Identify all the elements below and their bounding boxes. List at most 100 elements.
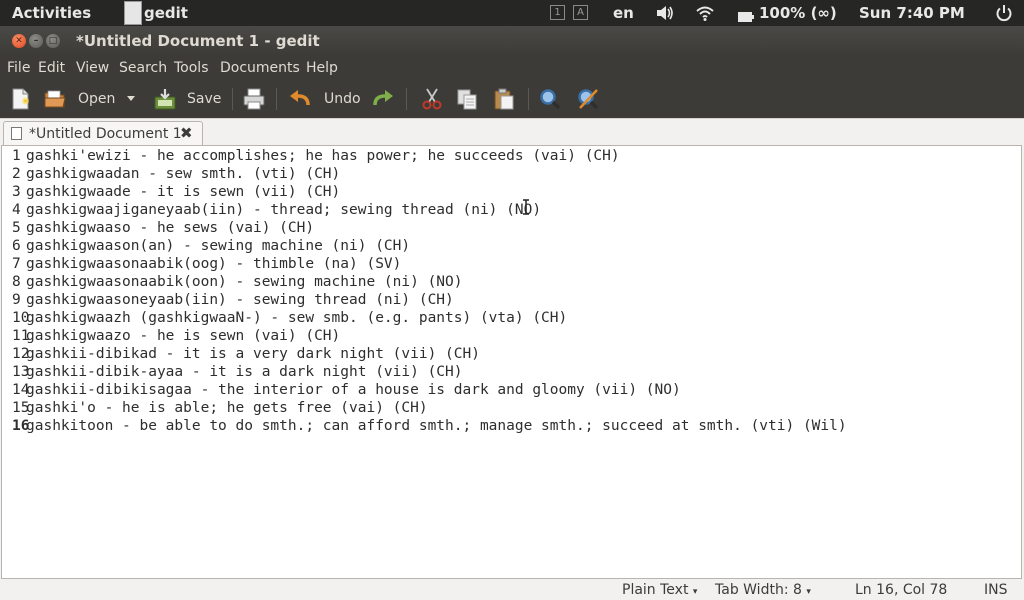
top-panel: Activities gedit 1 A en 100% (∞) Sun 7:4…: [0, 0, 1024, 26]
editor-line[interactable]: 4 gashkigwaajiganeyaab(iin) - thread; sew…: [2, 201, 541, 219]
menu-tools[interactable]: Tools: [174, 60, 209, 76]
battery-status[interactable]: 100% (∞): [759, 4, 837, 22]
menu-documents[interactable]: Documents: [220, 60, 300, 76]
text-editor[interactable]: 1 gashki'ewizi - he accomplishes; he has …: [1, 145, 1022, 579]
menubar: File Edit View Search Tools Documents He…: [0, 56, 1024, 80]
line-text: gashkii-dibikisagaa - the interior of a …: [26, 382, 681, 398]
language-label: Plain Text: [622, 582, 689, 598]
editor-line[interactable]: 12gashkii-dibikad - it is a very dark ni…: [2, 345, 480, 363]
line-text: gashkii-dibikad - it is a very dark nigh…: [26, 346, 480, 362]
line-text: gashkigwaasonaabik(oon) - sewing machine…: [26, 274, 463, 290]
toolbar-separator: [406, 88, 407, 110]
wifi-icon[interactable]: [696, 4, 714, 22]
paste-icon[interactable]: [492, 87, 516, 111]
editor-line[interactable]: 3 gashkigwaade - it is sewn (vii) (CH): [2, 183, 340, 201]
language-selector[interactable]: Plain Text ▾: [622, 582, 697, 598]
window-titlebar[interactable]: ✕ – □ *Untitled Document 1 - gedit: [0, 26, 1024, 56]
line-text: gashkigwaade - it is sewn (vii) (CH): [26, 184, 341, 200]
text-cursor-icon: [523, 199, 529, 215]
line-number: 11: [12, 328, 30, 344]
keyboard-layout[interactable]: en: [613, 4, 634, 22]
activities-button[interactable]: Activities: [12, 4, 91, 22]
editor-line[interactable]: 2 gashkigwaadan - sew smth. (vti) (CH): [2, 165, 340, 183]
line-number: 6: [12, 238, 21, 254]
line-number: 3: [12, 184, 21, 200]
battery-icon[interactable]: [738, 8, 754, 26]
tab-close-icon[interactable]: ✖: [180, 124, 193, 142]
line-number: 10: [12, 310, 30, 326]
save-button[interactable]: Save: [187, 91, 221, 107]
editor-line[interactable]: 14gashkii-dibikisagaa - the interior of …: [2, 381, 681, 399]
line-text: gashkigwaazh (gashkigwaaN-) - sew smb. (…: [26, 310, 568, 326]
window-minimize-button[interactable]: –: [29, 34, 43, 48]
save-icon[interactable]: [153, 87, 177, 111]
window-close-button[interactable]: ✕: [12, 34, 26, 48]
window-title: *Untitled Document 1 - gedit: [76, 32, 320, 50]
editor-line[interactable]: 9 gashkigwaasoneyaab(iin) - sewing thread…: [2, 291, 454, 309]
line-number: 9: [12, 292, 21, 308]
find-icon[interactable]: [538, 87, 562, 111]
cursor-position: Ln 16, Col 78: [855, 582, 948, 598]
window-maximize-button[interactable]: □: [46, 34, 60, 48]
editor-line[interactable]: 1 gashki'ewizi - he accomplishes; he has …: [2, 147, 620, 165]
clock[interactable]: Sun 7:40 PM: [859, 4, 965, 22]
document-icon: [11, 127, 22, 140]
workspace-indicator-a[interactable]: A: [573, 5, 588, 20]
editor-line[interactable]: 11gashkigwaazo - he is sewn (vai) (CH): [2, 327, 340, 345]
line-text: gashkigwaasonaabik(oog) - thimble (na) (…: [26, 256, 402, 272]
line-text: gashkigwaasoneyaab(iin) - sewing thread …: [26, 292, 454, 308]
line-number: 2: [12, 166, 21, 182]
editor-line[interactable]: 8 gashkigwaasonaabik(oon) - sewing machin…: [2, 273, 463, 291]
tab-untitled-document-1[interactable]: *Untitled Document 1 ✖: [3, 121, 203, 145]
line-number: 16: [12, 418, 30, 434]
copy-icon[interactable]: [455, 87, 479, 111]
tab-width-selector[interactable]: Tab Width: 8 ▾: [715, 582, 811, 598]
chevron-down-icon: ▾: [692, 587, 698, 597]
editor-line[interactable]: 16gashkitoon - be able to do smth.; can …: [2, 417, 847, 435]
volume-icon[interactable]: [655, 4, 675, 22]
line-text: gashki'ewizi - he accomplishes; he has p…: [26, 148, 620, 164]
line-text: gashkigwaason(an) - sewing machine (ni) …: [26, 238, 411, 254]
menu-help[interactable]: Help: [306, 60, 338, 76]
print-icon[interactable]: [242, 87, 266, 111]
undo-icon[interactable]: [288, 87, 312, 111]
editor-line[interactable]: 6 gashkigwaason(an) - sewing machine (ni)…: [2, 237, 410, 255]
undo-button[interactable]: Undo: [324, 91, 361, 107]
chevron-down-icon: ▾: [806, 587, 811, 597]
workspace-indicator-1[interactable]: 1: [550, 5, 565, 20]
line-number: 13: [12, 364, 30, 380]
chevron-down-icon[interactable]: [125, 94, 137, 104]
open-folder-icon[interactable]: [43, 87, 67, 111]
tab-label: *Untitled Document 1: [29, 126, 182, 142]
menu-search[interactable]: Search: [119, 60, 167, 76]
toolbar-separator: [276, 88, 277, 110]
line-text: gashkii-dibik-ayaa - it is a dark night …: [26, 364, 463, 380]
redo-icon[interactable]: [371, 87, 395, 111]
toolbar-separator: [232, 88, 233, 110]
line-number: 8: [12, 274, 21, 290]
editor-line[interactable]: 10gashkigwaazh (gashkigwaaN-) - sew smb.…: [2, 309, 567, 327]
power-icon[interactable]: [995, 4, 1013, 22]
line-number: 14: [12, 382, 30, 398]
menu-view[interactable]: View: [76, 60, 109, 76]
line-number: 12: [12, 346, 30, 362]
cut-icon[interactable]: [420, 87, 444, 111]
find-replace-icon[interactable]: [576, 87, 600, 111]
app-menu[interactable]: gedit: [144, 4, 188, 22]
line-number: 5: [12, 220, 21, 236]
editor-line[interactable]: 13gashkii-dibik-ayaa - it is a dark nigh…: [2, 363, 463, 381]
editor-line[interactable]: 5 gashkigwaaso - he sews (vai) (CH): [2, 219, 314, 237]
menu-file[interactable]: File: [7, 60, 30, 76]
line-text: gashkigwaaso - he sews (vai) (CH): [26, 220, 315, 236]
line-text: gashkigwaazo - he is sewn (vai) (CH): [26, 328, 341, 344]
menu-edit[interactable]: Edit: [38, 60, 65, 76]
statusbar: Plain Text ▾ Tab Width: 8 ▾ Ln 16, Col 7…: [0, 580, 1024, 600]
editor-line[interactable]: 7 gashkigwaasonaabik(oog) - thimble (na) …: [2, 255, 401, 273]
line-number: 4: [12, 202, 21, 218]
document-tabbar: *Untitled Document 1 ✖: [0, 118, 1024, 145]
line-text: gashkitoon - be able to do smth.; can af…: [26, 418, 847, 434]
line-text: gashki'o - he is able; he gets free (vai…: [26, 400, 428, 416]
new-document-icon[interactable]: [9, 87, 33, 111]
open-button[interactable]: Open: [78, 91, 115, 107]
editor-line[interactable]: 15gashki'o - he is able; he gets free (v…: [2, 399, 428, 417]
